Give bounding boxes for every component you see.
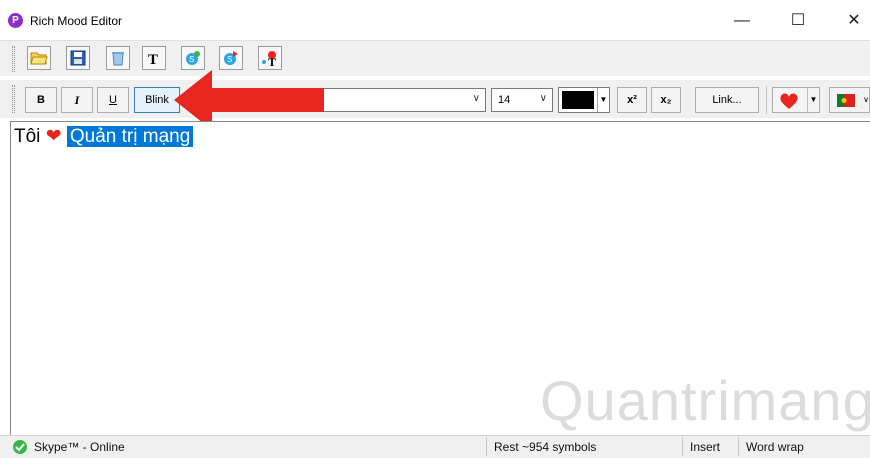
- dropdown-arrow-icon: ▼: [807, 88, 819, 112]
- selected-text[interactable]: Quản trị mạng: [66, 126, 194, 147]
- status-separator: [682, 437, 683, 456]
- rest-symbols-count: Rest ~954 symbols: [494, 440, 597, 454]
- flag-picker[interactable]: ∨: [829, 87, 870, 113]
- folder-open-icon: [30, 52, 48, 65]
- watermark-logo: Quantrimang: [540, 369, 870, 432]
- trash-bin-icon: [112, 52, 124, 66]
- heart-icon: [780, 93, 798, 109]
- link-button[interactable]: Link...: [695, 87, 759, 113]
- font-size-select[interactable]: 14 ∨: [491, 88, 553, 112]
- svg-text:T: T: [268, 55, 276, 66]
- color-swatch: [562, 91, 594, 109]
- font-button[interactable]: T: [142, 46, 166, 70]
- skype-status: Skype™ - Online: [34, 440, 125, 454]
- skype-refresh-icon: S: [224, 51, 238, 65]
- window-title: Rich Mood Editor: [30, 14, 123, 28]
- superscript-button[interactable]: x²: [617, 87, 647, 113]
- skype-refresh-button[interactable]: S: [219, 46, 243, 70]
- dropdown-arrow-icon: ▼: [597, 88, 609, 112]
- skype-tools-button[interactable]: T: [258, 46, 282, 70]
- format-toolbar-grip[interactable]: [12, 85, 15, 113]
- skype-tools-icon: T: [262, 51, 276, 66]
- font-size-value: 14: [498, 94, 511, 106]
- text-color-picker[interactable]: ▼: [558, 87, 610, 113]
- underline-button[interactable]: U: [97, 87, 129, 113]
- svg-text:T: T: [148, 52, 158, 66]
- toolbar-grip[interactable]: [12, 46, 15, 72]
- skype-add-button[interactable]: S: [181, 46, 205, 70]
- svg-text:S: S: [189, 55, 194, 64]
- bold-button[interactable]: B: [25, 87, 57, 113]
- svg-text:S: S: [227, 55, 232, 64]
- app-icon: P: [8, 13, 23, 28]
- emoticon-picker[interactable]: ▼: [772, 87, 820, 113]
- chevron-down-icon: ∨: [472, 93, 480, 104]
- editor-text-line: Tôi ❤ Quản trị mạng: [14, 125, 194, 149]
- heart-emoji-icon: ❤: [45, 126, 62, 147]
- status-separator: [486, 437, 487, 456]
- editor-text-prefix: Tôi: [14, 126, 41, 147]
- toolbar-separator: [766, 86, 767, 114]
- clear-button[interactable]: [106, 46, 130, 70]
- skype-online-icon: [13, 440, 27, 454]
- chevron-down-icon: ∨: [863, 95, 869, 104]
- main-toolbar: [0, 40, 870, 76]
- skype-add-icon: S: [186, 51, 200, 65]
- status-separator: [738, 437, 739, 456]
- maximize-button[interactable]: ☐: [776, 6, 820, 36]
- font-t-icon: T: [148, 52, 158, 66]
- open-button[interactable]: [27, 46, 51, 70]
- word-wrap-mode: Word wrap: [746, 440, 804, 454]
- italic-button[interactable]: I: [61, 87, 93, 113]
- flag-icon: [837, 94, 855, 107]
- close-button[interactable]: ✕: [832, 6, 870, 36]
- floppy-disk-icon: [70, 50, 86, 66]
- minimize-button[interactable]: —: [720, 6, 764, 36]
- save-button[interactable]: [66, 46, 90, 70]
- subscript-button[interactable]: x₂: [651, 87, 681, 113]
- status-bar: [0, 435, 870, 458]
- insert-mode: Insert: [690, 440, 721, 454]
- chevron-down-icon: ∨: [539, 93, 547, 104]
